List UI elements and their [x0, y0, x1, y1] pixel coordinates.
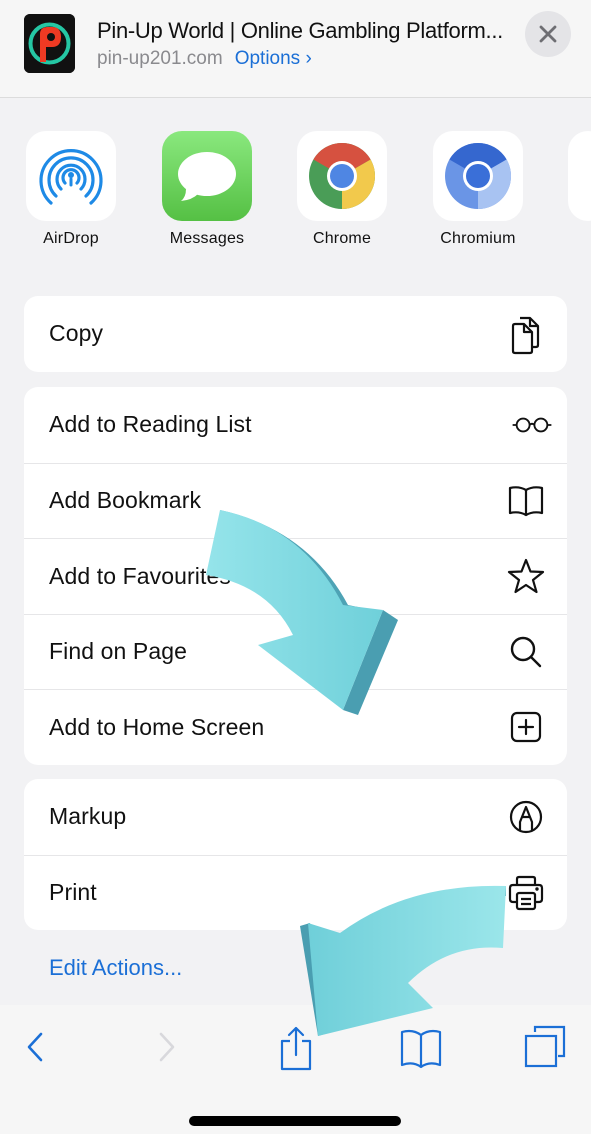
action-label: Add Bookmark	[49, 487, 202, 514]
search-icon	[505, 631, 547, 673]
page-domain: pin-up201.com	[97, 48, 223, 69]
action-add-to-favourites[interactable]: Add to Favourites	[24, 538, 567, 614]
site-favicon	[24, 14, 75, 73]
action-label: Markup	[49, 803, 127, 830]
action-label: Add to Reading List	[49, 411, 252, 438]
app-more-partial[interactable]	[568, 131, 591, 221]
edit-actions-link[interactable]: Edit Actions...	[49, 955, 182, 981]
action-label: Copy	[49, 320, 104, 347]
action-label: Print	[49, 879, 97, 906]
forward-button[interactable]	[152, 1029, 182, 1065]
close-icon	[539, 25, 557, 43]
action-group-copy: Copy	[24, 296, 567, 372]
page-title: Pin-Up World | Online Gambling Platform.…	[97, 18, 503, 43]
action-add-to-reading-list[interactable]: Add to Reading List	[24, 387, 567, 463]
chevron-right-icon	[159, 1032, 175, 1062]
tabs-icon	[524, 1025, 566, 1068]
app-label: AirDrop	[43, 230, 99, 247]
chevron-left-icon	[27, 1032, 43, 1062]
action-find-on-page[interactable]: Find on Page	[24, 613, 567, 690]
chevron-right-icon: ›	[305, 48, 312, 69]
action-copy[interactable]: Copy	[24, 296, 567, 372]
app-label: Messages	[169, 230, 245, 247]
book-icon	[505, 480, 547, 522]
share-button[interactable]	[276, 1023, 316, 1073]
app-chrome[interactable]: Chrome	[282, 131, 402, 248]
home-indicator	[189, 1116, 401, 1126]
app-chromium[interactable]: Chromium	[418, 131, 538, 248]
glasses-icon	[511, 404, 553, 446]
plus-square-icon	[505, 706, 547, 748]
back-button[interactable]	[20, 1029, 50, 1065]
chrome-icon	[309, 142, 376, 209]
printer-icon	[505, 872, 547, 914]
action-add-to-home-screen[interactable]: Add to Home Screen	[24, 689, 567, 765]
action-add-bookmark[interactable]: Add Bookmark	[24, 462, 567, 539]
action-markup[interactable]: Markup	[24, 779, 567, 855]
book-icon	[400, 1029, 442, 1069]
share-icon	[280, 1026, 312, 1071]
close-button[interactable]	[525, 11, 571, 57]
share-apps-row: AirDrop Messages Chrome Chromium	[0, 131, 591, 261]
bookmarks-button[interactable]	[398, 1025, 444, 1071]
safari-toolbar	[0, 1005, 591, 1134]
chromium-icon	[445, 142, 512, 209]
copy-icon	[505, 313, 547, 355]
options-label: Options	[234, 48, 301, 69]
messages-icon	[178, 152, 236, 201]
tabs-button[interactable]	[522, 1023, 568, 1069]
markup-icon	[505, 796, 547, 838]
share-sheet-header: Pin-Up World | Online Gambling Platform.…	[0, 0, 591, 98]
app-label: Chromium	[440, 230, 516, 247]
action-label: Add to Home Screen	[49, 713, 265, 740]
app-label: Chrome	[312, 230, 372, 247]
action-label: Add to Favourites	[49, 562, 231, 589]
options-link[interactable]: Options ›	[235, 48, 312, 69]
action-print[interactable]: Print	[24, 854, 567, 931]
star-icon	[505, 555, 547, 597]
action-group-tools: Markup Print	[24, 779, 567, 930]
action-group-page: Add to Reading List Add Bookmark Add to …	[24, 387, 567, 765]
action-label: Find on Page	[49, 638, 188, 665]
app-airdrop[interactable]: AirDrop	[11, 131, 131, 248]
airdrop-icon	[39, 149, 103, 205]
app-messages[interactable]: Messages	[147, 131, 267, 248]
